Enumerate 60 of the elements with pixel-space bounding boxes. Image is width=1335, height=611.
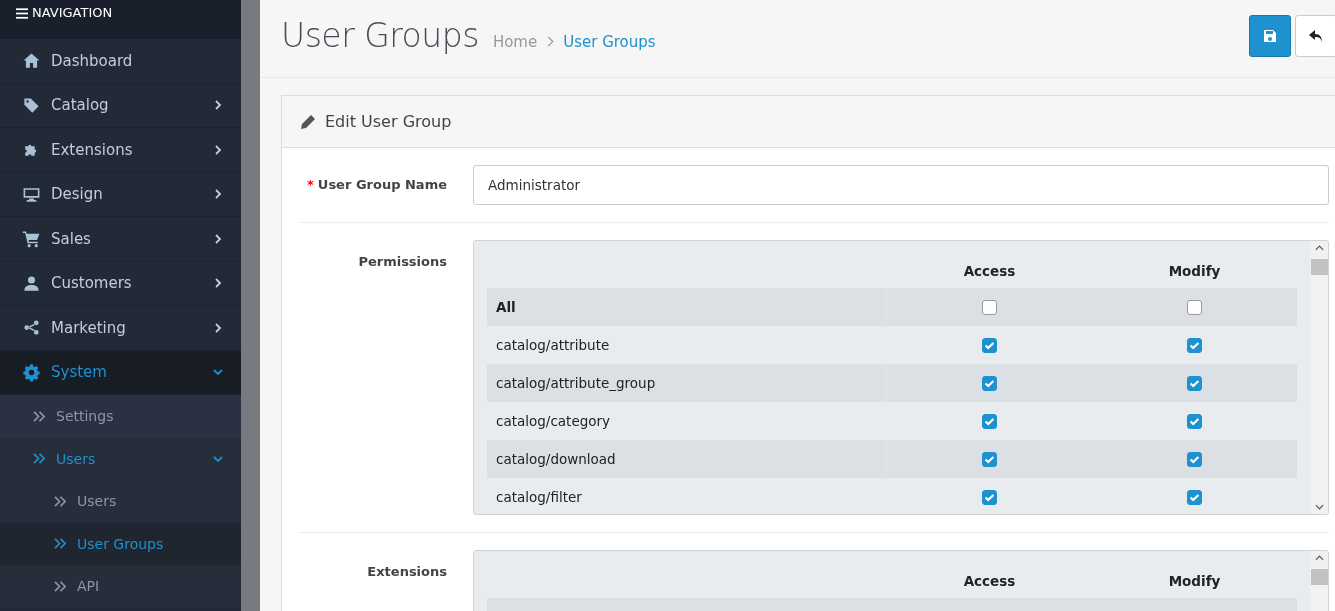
menu-icon[interactable] [16, 8, 28, 19]
reply-arrow-icon [1309, 30, 1323, 42]
double-chevron-icon [54, 538, 67, 550]
nav-icon [22, 51, 41, 71]
column-header: Modify [1167, 263, 1222, 279]
table-cell: All [487, 288, 887, 326]
table-cell-text: catalog/category [495, 413, 612, 429]
required-mark: * [307, 177, 314, 192]
column-header: Modify [1167, 573, 1222, 589]
checkbox[interactable] [982, 337, 997, 353]
checkbox[interactable] [1187, 451, 1202, 467]
checkbox[interactable] [982, 413, 997, 429]
nav-item[interactable]: System [0, 350, 241, 395]
back-button[interactable] [1295, 15, 1335, 57]
nav-subitem[interactable]: User Groups [0, 522, 241, 565]
nav-subitem[interactable]: Settings [0, 395, 241, 438]
input-field[interactable]: Administrator [473, 165, 1329, 205]
column-header: Access [962, 263, 1017, 279]
table-cell-text: catalog/filter [495, 489, 583, 505]
table-cell: catalog/attribute_group [487, 364, 887, 402]
table-cell: catalog/download [487, 440, 887, 478]
nav-subitem[interactable]: Users [0, 480, 241, 523]
checkbox[interactable] [1187, 413, 1202, 429]
field-label: Permissions [358, 254, 447, 269]
scrollbar[interactable] [1310, 241, 1328, 514]
pencil-icon [300, 113, 316, 130]
nav-icon [22, 95, 41, 115]
checkbox[interactable] [982, 299, 997, 315]
double-chevron-icon [33, 410, 46, 422]
nav-icon [22, 229, 41, 249]
double-chevron-icon [54, 495, 67, 507]
page-scrollbar[interactable] [241, 0, 260, 611]
scrollbar-thumb[interactable] [1310, 569, 1328, 585]
field-label: Extensions [367, 564, 447, 579]
checkbox[interactable] [982, 489, 997, 505]
checkbox[interactable] [982, 451, 997, 467]
checkbox[interactable] [1187, 337, 1202, 353]
checkbox[interactable] [1187, 299, 1202, 315]
double-chevron-icon [54, 580, 67, 592]
nav-icon [22, 318, 41, 338]
navigation-title: NAVIGATION [32, 5, 113, 20]
chevron-icon [546, 36, 555, 47]
panel-title: Edit User Group [325, 112, 452, 131]
nav-subitem[interactable]: API [0, 565, 241, 608]
scroll-up-icon[interactable] [1314, 555, 1324, 561]
nav-icon [22, 273, 41, 293]
page-title: User Groups [281, 16, 479, 55]
field-label: User Group Name [317, 177, 447, 192]
scroll-up-icon[interactable] [1314, 245, 1324, 251]
checkbox[interactable] [982, 375, 997, 391]
save-button[interactable] [1249, 15, 1291, 57]
double-chevron-icon [33, 453, 46, 465]
column-header: Access [962, 573, 1017, 589]
checkbox[interactable] [1187, 375, 1202, 391]
scrollbar-thumb[interactable] [1310, 259, 1328, 275]
nav-icon [22, 362, 41, 382]
nav-subitem[interactable]: Users [0, 437, 241, 480]
table-cell-text: catalog/attribute [495, 337, 611, 353]
checkbox[interactable] [1187, 489, 1202, 505]
scroll-down-icon[interactable] [1314, 504, 1324, 510]
